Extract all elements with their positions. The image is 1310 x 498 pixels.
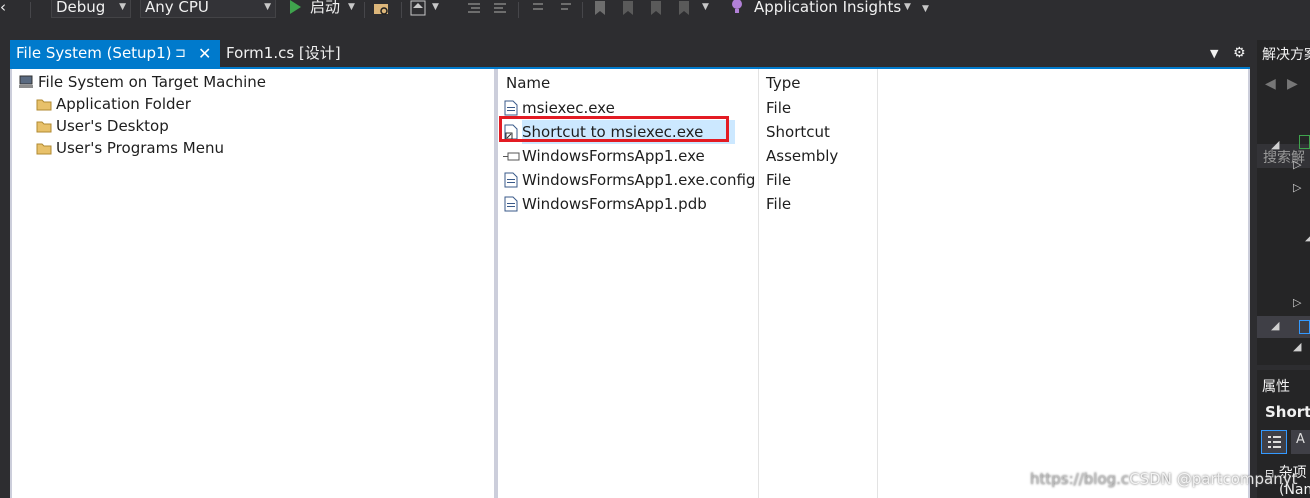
chevron-down-icon: ▼ [904, 2, 911, 12]
next-bookmark-icon[interactable] [648, 0, 664, 16]
toolbar-overflow-icon[interactable]: ▼ [922, 4, 929, 14]
file-type: Assembly [766, 147, 839, 165]
platform-value: Any CPU [145, 0, 209, 16]
type-column-header[interactable]: Type [766, 72, 800, 94]
back-icon[interactable]: ◀ [1265, 76, 1276, 92]
alphabetical-view-button[interactable]: A [1291, 430, 1310, 454]
uncomment-icon[interactable] [558, 0, 574, 16]
configuration-value: Debug [56, 0, 106, 16]
solution-explorer-panel: 解决方案 ◀ ▶ 搜索解 ◢ ▷ ▷ ◢ ▷ ◢ ◢ [1257, 40, 1310, 365]
chevron-down-icon: ▼ [702, 2, 709, 12]
pin-icon[interactable]: ⊐ [175, 40, 186, 67]
chevron-down-icon: ▼ [264, 2, 271, 12]
selected-tree-node[interactable]: ◢ [1257, 316, 1310, 338]
close-icon[interactable]: ✕ [198, 40, 211, 67]
tab-file-system-setup1[interactable]: File System (Setup1) ⊐ ✕ [10, 40, 220, 67]
collapsed-triangle-icon[interactable]: ▷ [1293, 181, 1301, 194]
bookmark-icon[interactable] [592, 0, 608, 16]
expand-triangle-icon[interactable]: ◢ [1293, 340, 1301, 353]
file-icon [504, 172, 518, 188]
file-icon [504, 100, 518, 116]
prev-bookmark-icon[interactable] [620, 0, 636, 16]
lightbulb-icon [732, 0, 742, 13]
play-icon [290, 0, 301, 14]
file-name: WindowsFormsApp1.pdb [522, 195, 707, 213]
alphabetical-icon: A [1296, 432, 1305, 447]
categorized-view-button[interactable] [1261, 430, 1287, 454]
collapsed-triangle-icon[interactable]: ▷ [1293, 296, 1301, 309]
tab-label: File System (Setup1) [16, 44, 172, 62]
folder-icon [36, 99, 52, 111]
tab-form1-design[interactable]: Form1.cs [设计] [226, 40, 341, 67]
file-row[interactable]: WindowsFormsApp1.pdb [498, 192, 758, 216]
highlight-annotation-box [499, 116, 729, 142]
folder-find-icon[interactable] [373, 0, 389, 16]
clear-bookmarks-icon[interactable] [676, 0, 692, 16]
file-name: WindowsFormsApp1.exe [522, 147, 705, 165]
file-system-tree: File System on Target Machine Applicatio… [12, 69, 494, 498]
toolbar-separator [582, 2, 583, 18]
configuration-dropdown[interactable]: Debug ▼ [51, 0, 131, 18]
setup-project-icon [1299, 320, 1310, 334]
file-row[interactable]: WindowsFormsApp1.exe.config [498, 168, 758, 192]
file-type: File [766, 171, 792, 189]
gear-icon[interactable]: ⚙ [1233, 40, 1246, 67]
type-column: Type File Shortcut Assembly File File [758, 69, 878, 498]
home-icon[interactable] [410, 0, 426, 16]
properties-title: 属性 [1262, 379, 1290, 395]
expand-triangle-icon[interactable]: ◢ [1271, 319, 1279, 332]
assembly-icon [503, 152, 520, 161]
platform-dropdown[interactable]: Any CPU ▼ [140, 0, 276, 18]
start-label: 启动 [310, 0, 341, 16]
tree-item-label: Application Folder [56, 95, 191, 113]
file-type: File [766, 195, 792, 213]
name-column-header[interactable]: Name [506, 72, 550, 94]
document-tab-strip: File System (Setup1) ⊐ ✕ Form1.cs [设计] ▼… [0, 40, 1255, 68]
comment-icon[interactable] [530, 0, 546, 16]
file-name: WindowsFormsApp1.exe.config [522, 171, 756, 189]
tree-item-label: User's Desktop [56, 117, 169, 135]
folder-icon [36, 121, 52, 133]
outdent-icon[interactable] [492, 0, 508, 16]
expand-triangle-icon[interactable]: ◢ [1271, 138, 1279, 151]
watermark-text: CSDN @partcompanyt [1129, 470, 1298, 488]
file-row[interactable]: WindowsFormsApp1.exe [498, 144, 758, 168]
watermark-url: https://blog.c [1030, 470, 1130, 488]
solution-explorer-title: 解决方案 [1262, 47, 1310, 63]
file-icon [504, 196, 518, 212]
chevron-down-icon: ▼ [432, 2, 439, 12]
toolbar-separator [30, 2, 31, 18]
properties-object-name: Shortc [1265, 403, 1310, 421]
tree-item-label: User's Programs Menu [56, 139, 224, 157]
file-type: Shortcut [766, 123, 830, 141]
tab-list-dropdown-icon[interactable]: ▼ [1210, 40, 1218, 67]
collapsed-triangle-icon[interactable]: ◢ [1305, 230, 1310, 243]
collapsed-triangle-icon[interactable]: ▷ [1293, 158, 1301, 171]
toolbar-separator [518, 2, 519, 18]
categorized-icon [1268, 436, 1281, 448]
toolbar-separator [364, 2, 365, 18]
chevron-down-icon: ▼ [348, 2, 355, 12]
main-toolbar: ‹ Debug ▼ Any CPU ▼ 启动 ▼ ▼ ▼ Application… [0, 0, 1310, 22]
folder-icon [36, 143, 52, 155]
tab-label: Form1.cs [设计] [226, 44, 341, 62]
toolbar-separator [401, 2, 402, 18]
computer-icon [19, 75, 33, 88]
tree-root-label: File System on Target Machine [38, 73, 266, 91]
indent-icon[interactable] [466, 0, 482, 16]
project-icon [1299, 135, 1310, 149]
forward-icon[interactable]: ▶ [1287, 76, 1298, 92]
chevron-down-icon: ▼ [119, 2, 126, 12]
application-insights-label: Application Insights [754, 0, 902, 16]
watermark: https://blog.cCSDN @partcompanyt [1030, 470, 1297, 488]
back-icon[interactable]: ‹ [0, 0, 6, 17]
file-type: File [766, 99, 792, 117]
